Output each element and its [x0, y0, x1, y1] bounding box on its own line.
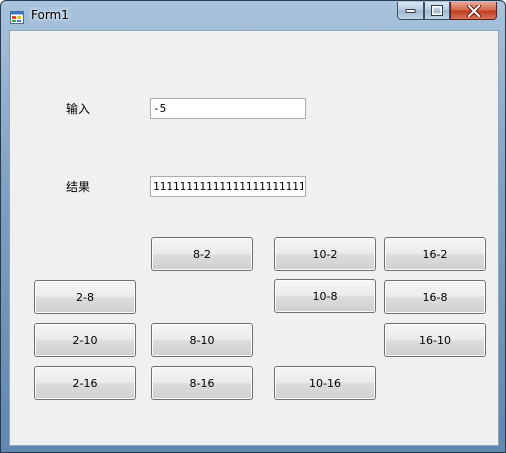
minimize-icon	[405, 9, 416, 13]
form-client-area: 输入 结果 8-2 10-2 16-2 2-8 10-8 16-8 2-10 8…	[9, 30, 499, 446]
convert-8-to-10-button[interactable]: 8-10	[151, 323, 253, 357]
convert-2-to-16-button[interactable]: 2-16	[34, 366, 136, 400]
input-label: 输入	[66, 102, 91, 116]
window-title: Form1	[31, 8, 69, 22]
convert-16-to-2-button[interactable]: 16-2	[384, 237, 486, 271]
maximize-button[interactable]	[424, 2, 450, 20]
convert-8-to-16-button[interactable]: 8-16	[151, 366, 253, 400]
convert-16-to-10-button[interactable]: 16-10	[384, 323, 486, 357]
convert-10-to-2-button[interactable]: 10-2	[274, 237, 376, 271]
close-icon	[466, 4, 481, 17]
close-button[interactable]	[450, 2, 497, 20]
result-field[interactable]	[150, 176, 306, 197]
result-label: 结果	[66, 180, 91, 194]
convert-8-to-2-button[interactable]: 8-2	[151, 237, 253, 271]
app-icon	[10, 9, 24, 24]
minimize-button[interactable]	[397, 2, 424, 20]
input-field[interactable]	[150, 98, 306, 119]
title-bar[interactable]: Form1	[1, 1, 505, 29]
convert-10-to-8-button[interactable]: 10-8	[274, 279, 376, 313]
convert-2-to-10-button[interactable]: 2-10	[34, 323, 136, 357]
convert-10-to-16-button[interactable]: 10-16	[274, 366, 376, 400]
convert-2-to-8-button[interactable]: 2-8	[34, 280, 136, 314]
convert-16-to-8-button[interactable]: 16-8	[384, 280, 486, 314]
maximize-icon	[431, 5, 443, 16]
app-window: Form1 输入 结果 8-2 10-2 16-2 2-	[0, 0, 506, 453]
